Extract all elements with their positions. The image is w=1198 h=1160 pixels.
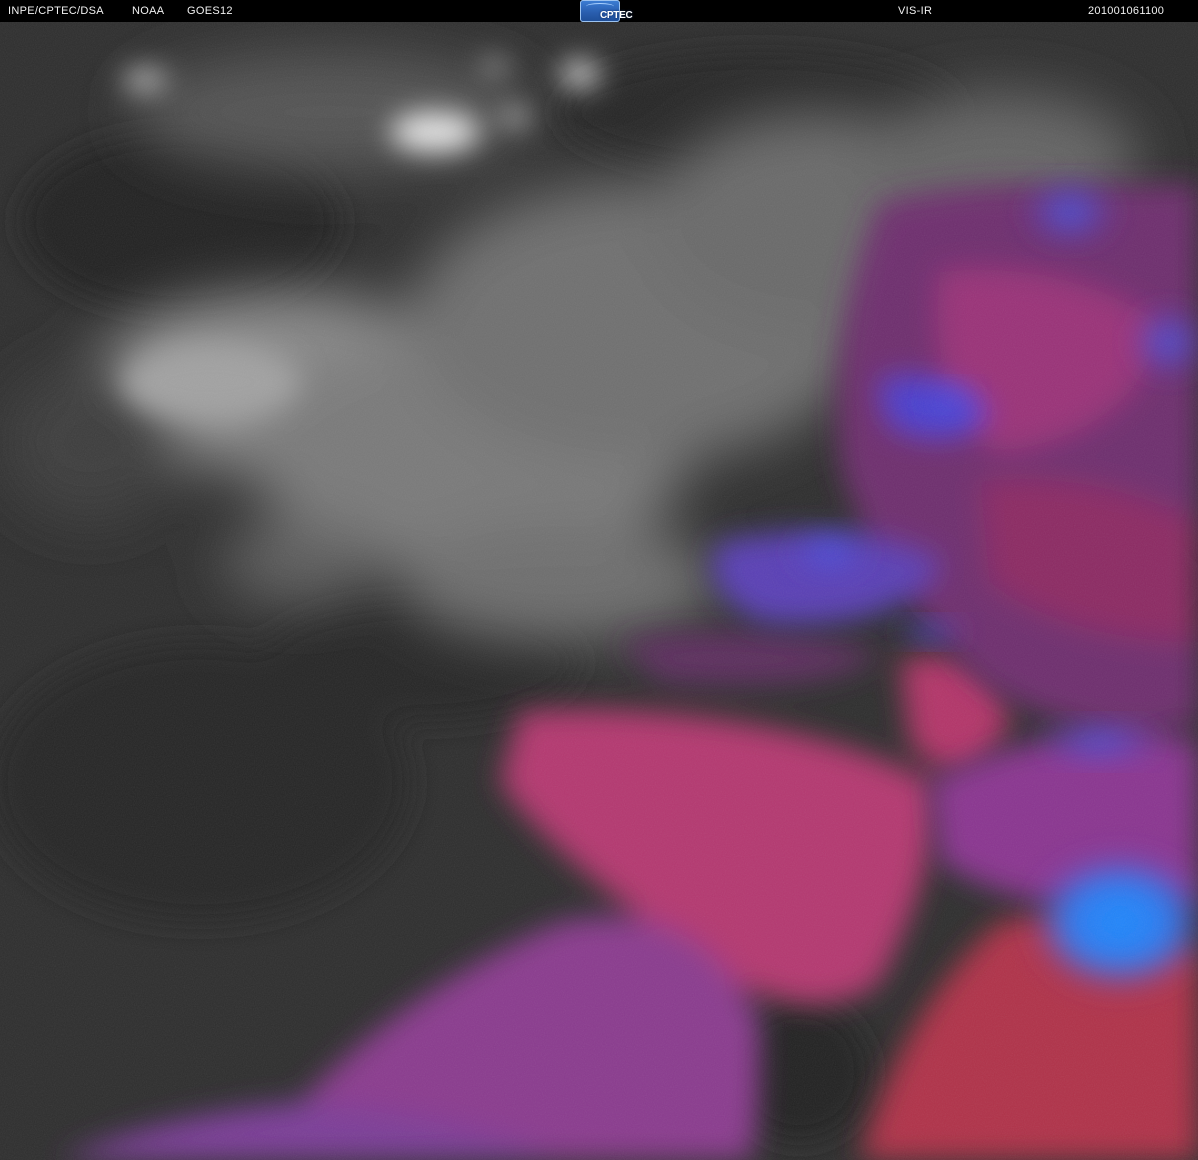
timestamp-label: 201001061100	[1088, 5, 1165, 17]
satellite-label: GOES12	[187, 5, 233, 17]
source-label: INPE/CPTEC/DSA	[8, 5, 104, 17]
noise-texture	[0, 22, 1198, 1160]
satellite-imagery	[0, 22, 1198, 1160]
satellite-image-frame: INPE/CPTEC/DSA NOAA GOES12 CPTEC VIS-IR …	[0, 0, 1198, 1160]
agency-label: NOAA	[132, 5, 165, 17]
cptec-logo: CPTEC	[580, 0, 633, 22]
channel-label: VIS-IR	[898, 5, 933, 17]
logo-text: CPTEC	[600, 10, 633, 21]
header-bar: INPE/CPTEC/DSA NOAA GOES12 CPTEC VIS-IR …	[0, 0, 1198, 22]
